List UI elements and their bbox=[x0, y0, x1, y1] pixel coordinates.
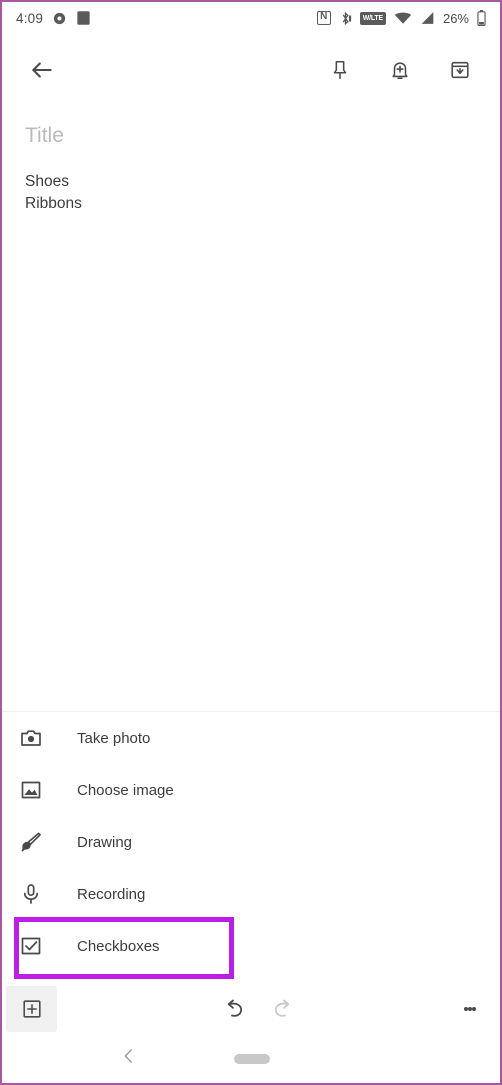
battery-icon bbox=[477, 10, 486, 26]
menu-item-label: Choose image bbox=[77, 781, 174, 799]
system-nav-bar bbox=[2, 1034, 500, 1083]
camera-icon bbox=[15, 722, 47, 754]
phone-screenshot: 4:09 W/LTE bbox=[0, 0, 502, 1085]
menu-item-recording[interactable]: Recording bbox=[2, 868, 500, 920]
more-options-button[interactable] bbox=[450, 984, 490, 1034]
undo-button[interactable] bbox=[212, 984, 256, 1034]
redo-button[interactable] bbox=[261, 984, 305, 1034]
nav-back-button[interactable] bbox=[120, 1047, 138, 1070]
microphone-icon bbox=[15, 878, 47, 910]
menu-item-label: Take photo bbox=[77, 729, 151, 747]
note-title-input[interactable]: Title bbox=[25, 124, 64, 148]
note-bottom-bar bbox=[2, 984, 500, 1034]
pin-button[interactable] bbox=[318, 48, 362, 92]
status-bar-left: 4:09 bbox=[16, 10, 91, 26]
cellular-signal-icon bbox=[420, 11, 435, 25]
menu-item-label: Recording bbox=[77, 885, 146, 903]
status-time: 4:09 bbox=[16, 10, 44, 26]
note-content-area[interactable]: Title Shoes Ribbons bbox=[2, 106, 500, 711]
status-bar-right: W/LTE 26% bbox=[316, 10, 486, 26]
nfc-icon bbox=[316, 10, 331, 25]
note-body-input[interactable]: Shoes Ribbons bbox=[25, 171, 82, 215]
menu-item-take-photo[interactable]: Take photo bbox=[2, 712, 500, 764]
add-reminder-button[interactable] bbox=[378, 48, 422, 92]
menu-item-checkboxes[interactable]: Checkboxes bbox=[2, 920, 500, 972]
image-icon bbox=[15, 774, 47, 806]
brush-icon bbox=[15, 826, 47, 858]
nav-home-pill[interactable] bbox=[234, 1053, 270, 1064]
menu-item-choose-image[interactable]: Choose image bbox=[2, 764, 500, 816]
archive-button[interactable] bbox=[438, 48, 482, 92]
menu-item-label: Checkboxes bbox=[77, 937, 160, 955]
more-dot bbox=[472, 1007, 476, 1011]
wifi-icon bbox=[394, 11, 412, 25]
alarm-clock-icon bbox=[52, 11, 67, 26]
add-attachment-button[interactable] bbox=[6, 986, 57, 1032]
checkbox-icon bbox=[15, 930, 47, 962]
back-button[interactable] bbox=[20, 48, 64, 92]
menu-item-drawing[interactable]: Drawing bbox=[2, 816, 500, 868]
menu-item-label: Drawing bbox=[77, 833, 133, 851]
battery-percent-label: 26% bbox=[442, 10, 469, 26]
volte-icon: W/LTE bbox=[359, 11, 386, 25]
bluetooth-icon bbox=[339, 11, 352, 26]
square-app-icon bbox=[76, 10, 91, 26]
attachment-menu: Take photo Choose image Drawing Recordin… bbox=[2, 712, 500, 972]
note-toolbar bbox=[2, 34, 500, 106]
status-bar: 4:09 W/LTE bbox=[2, 2, 500, 34]
